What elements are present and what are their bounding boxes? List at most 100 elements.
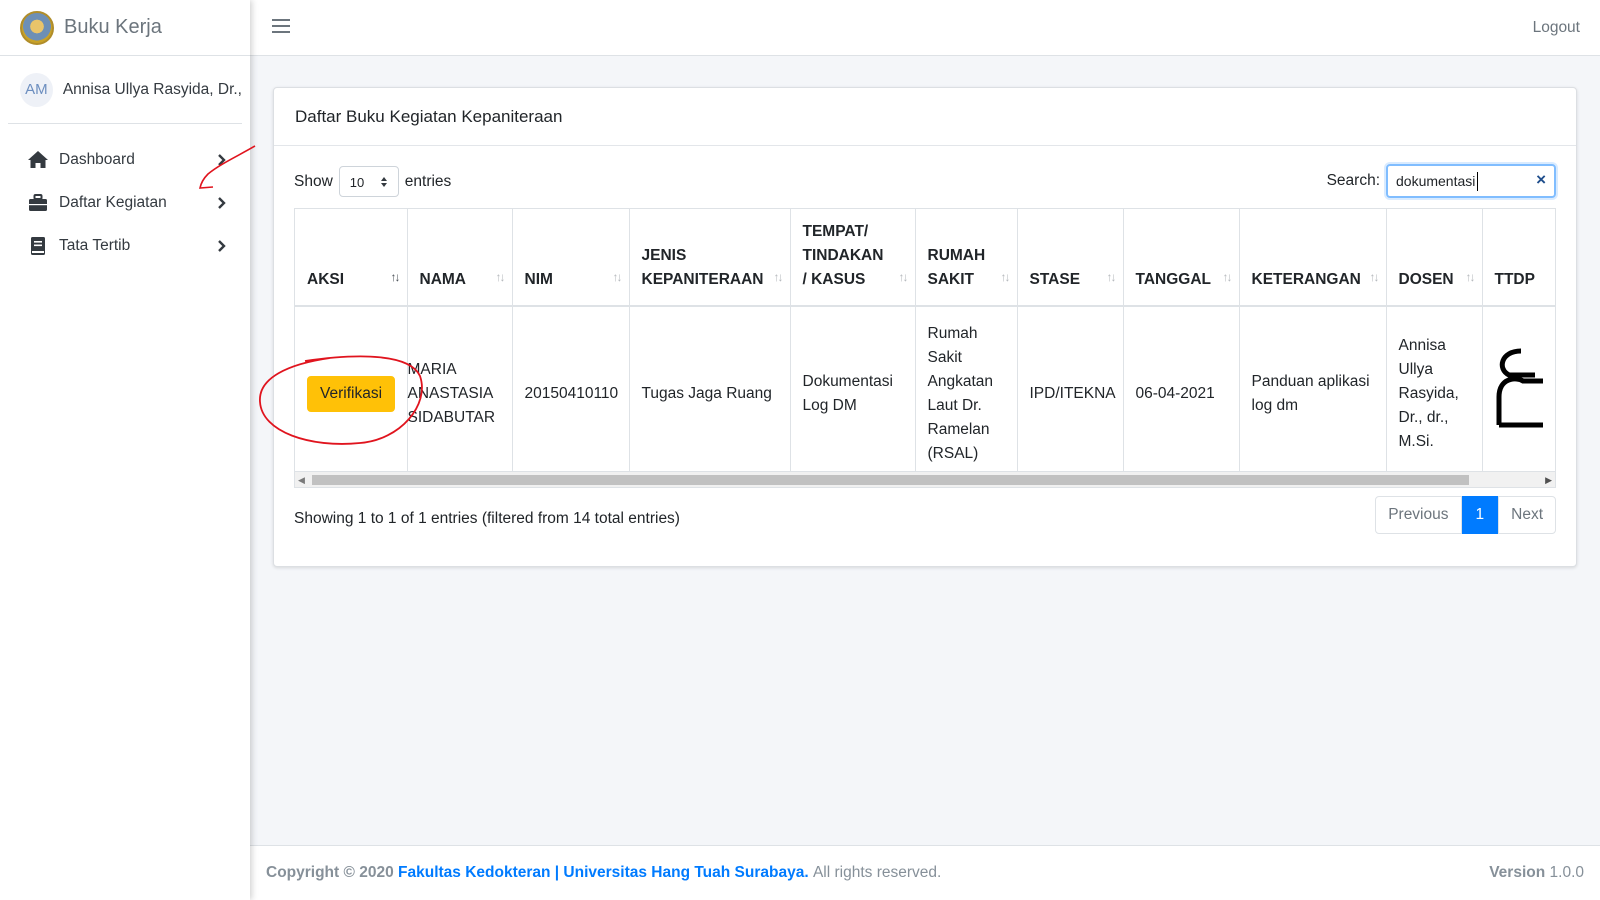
cell-stase: IPD/ITEKNA (1016, 306, 1123, 481)
cell-text: Log DM (802, 397, 857, 414)
scroll-right-icon[interactable]: ▶ (1545, 475, 1552, 486)
column-header-dosen[interactable]: DOSEN ↑↓ (1385, 209, 1482, 307)
user-avatar: AM (20, 72, 53, 107)
cell-text: (RSAL) (927, 445, 979, 462)
search-value: dokumentasi (1396, 173, 1476, 189)
next-page-button[interactable]: Next (1498, 496, 1556, 534)
horizontal-scrollbar[interactable]: ◀ ▶ (294, 471, 1556, 488)
cell-text: SIDABUTAR (407, 409, 496, 426)
cell-text: MARIA (407, 361, 457, 378)
activity-table: AKSI ↑↓ NAMA ↑↓ NIM ↑↓ JENIS KEPANITERAAN ↑↓ … (295, 209, 1555, 481)
footer-rights: All rights reserved. (812, 864, 942, 881)
chevron-right-icon (218, 153, 226, 166)
user-panel[interactable]: AM Annisa Ullya Rasyida, Dr., (8, 56, 242, 124)
header-text: KETERANGAN (1251, 271, 1361, 288)
column-header-stase[interactable]: STASE ↑↓ (1016, 209, 1123, 307)
search-input[interactable]: dokumentasi × (1386, 164, 1556, 198)
signature-image (1496, 348, 1543, 428)
card-header: Daftar Buku Kegiatan Kepaniteraan (274, 88, 1576, 146)
sidebar-item-label: Daftar Kegiatan (59, 193, 167, 211)
sort-icon: ↑↓ (773, 270, 784, 284)
sidebar-item-label: Tata Tertib (59, 236, 131, 254)
version-label: Version (1489, 864, 1546, 881)
sidebar-item-tata-tertib[interactable]: Tata Tertib (0, 224, 250, 267)
cell-tempat: Dokumentasi Log DM (789, 306, 915, 481)
footer: Copyright © 2020 Fakultas Kedokteran | U… (250, 845, 1600, 900)
cell-text: Ramelan (927, 421, 990, 438)
sort-icon: ↑↓ (612, 270, 623, 284)
top-navbar: Logout (250, 0, 1600, 56)
brand[interactable]: Buku Kerja (0, 0, 250, 56)
verifikasi-button[interactable]: Verifikasi (307, 376, 396, 412)
cell-rumah-sakit: Rumah Sakit Angkatan Laut Dr. Ramelan (R… (914, 306, 1017, 481)
search-area: Search: dokumentasi × (1327, 164, 1556, 198)
header-text: NAMA (419, 271, 467, 288)
home-icon (27, 150, 49, 170)
logout-link[interactable]: Logout (1533, 19, 1580, 37)
column-header-nama[interactable]: NAMA ↑↓ (406, 209, 512, 307)
header-text: AKSI (307, 271, 345, 288)
cell-ttdp (1481, 306, 1555, 481)
cell-text: Panduan aplikasi (1251, 373, 1370, 390)
scrollbar-thumb[interactable] (312, 475, 1469, 485)
text-caret (1477, 172, 1478, 191)
header-text: NIM (524, 271, 553, 288)
entries-value: 10 (349, 175, 365, 190)
column-header-rumah-sakit[interactable]: RUMAH SAKIT ↑↓ (914, 209, 1017, 307)
university-logo (20, 10, 54, 45)
sort-icon: ↑↓ (1222, 270, 1233, 284)
header-text: TANGGAL (1135, 271, 1211, 288)
column-header-keterangan[interactable]: KETERANGAN ↑↓ (1238, 209, 1386, 307)
cell-text: Angkatan (927, 373, 994, 390)
header-text: STASE (1029, 271, 1081, 288)
table-controls: Show 10 entries Search: dokumentasi × (294, 164, 1556, 198)
cell-text: ANASTASIA (407, 385, 494, 402)
sidebar-item-daftar-kegiatan[interactable]: Daftar Kegiatan (0, 181, 250, 224)
activity-list-card: Daftar Buku Kegiatan Kepaniteraan Show 1… (273, 87, 1577, 567)
cell-text: Annisa (1398, 337, 1446, 354)
scroll-left-icon[interactable]: ◀ (298, 475, 305, 486)
clear-search-icon[interactable]: × (1536, 170, 1546, 190)
table-scroll-container[interactable]: AKSI ↑↓ NAMA ↑↓ NIM ↑↓ JENIS KEPANITERAAN ↑↓ … (294, 208, 1556, 488)
show-label: Show (294, 172, 333, 190)
table-row: Verifikasi MARIA ANASTASIA SIDABUTAR 201… (295, 306, 1555, 481)
book-icon (27, 236, 49, 256)
cell-text: Dokumentasi (802, 373, 893, 390)
column-header-tanggal[interactable]: TANGGAL ↑↓ (1122, 209, 1239, 307)
entries-select[interactable]: 10 (338, 166, 399, 197)
briefcase-icon (27, 193, 49, 213)
header-text: DOSEN (1398, 271, 1454, 288)
hamburger-icon[interactable] (272, 19, 290, 35)
column-header-jenis-kepaniteraan[interactable]: JENIS KEPANITERAAN ↑↓ (628, 209, 790, 307)
column-header-ttdp[interactable]: TTDP (1481, 209, 1555, 307)
brand-title: Buku Kerja (64, 16, 162, 38)
chevron-right-icon (218, 239, 226, 252)
sort-icon: ↑↓ (390, 270, 401, 284)
cell-text: Rasyida, (1398, 385, 1459, 402)
sidebar-item-dashboard[interactable]: Dashboard (0, 138, 250, 181)
previous-page-button[interactable]: Previous (1375, 496, 1462, 534)
sort-icon: ↑↓ (1106, 270, 1117, 284)
table-info: Showing 1 to 1 of 1 entries (filtered fr… (294, 510, 680, 527)
column-header-tempat[interactable]: TEMPAT/TINDAKAN / KASUS ↑↓ (789, 209, 915, 307)
column-header-nim[interactable]: NIM ↑↓ (511, 209, 629, 307)
select-arrows-icon (380, 177, 387, 187)
header-text: JENIS (641, 247, 687, 264)
header-text: TTDP (1494, 271, 1535, 288)
user-name[interactable]: Annisa Ullya Rasyida, Dr., (63, 81, 242, 99)
footer-org-link[interactable]: Fakultas Kedokteran | Universitas Hang T… (398, 864, 809, 882)
cell-nama: MARIA ANASTASIA SIDABUTAR (406, 306, 512, 481)
header-text: KEPANITERAAN (641, 271, 764, 288)
header-text: TINDAKAN (802, 247, 884, 264)
page-1-button[interactable]: 1 (1461, 496, 1499, 534)
cell-text: Laut Dr. (927, 397, 982, 414)
header-text: RUMAH (927, 247, 986, 264)
cell-text: log dm (1251, 397, 1299, 414)
chevron-right-icon (218, 196, 226, 209)
cell-text: Dr., dr., (1398, 409, 1449, 426)
cell-dosen: Annisa Ullya Rasyida, Dr., dr., M.Si. (1385, 306, 1482, 481)
cell-text: M.Si. (1398, 433, 1434, 450)
column-header-aksi[interactable]: AKSI ↑↓ (295, 209, 407, 307)
sidebar-item-label: Dashboard (59, 150, 135, 168)
header-text: TEMPAT/ (802, 223, 869, 240)
